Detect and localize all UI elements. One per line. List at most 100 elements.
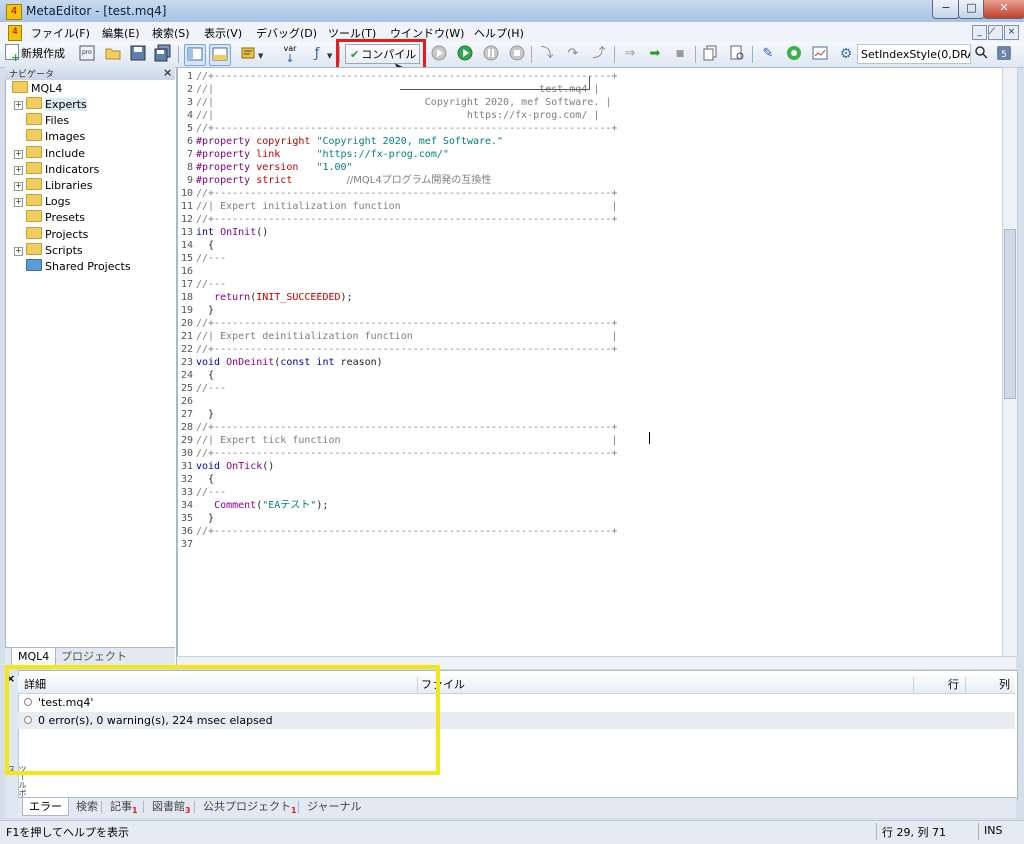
tree-item-presets[interactable]: Presets bbox=[14, 210, 85, 226]
play-icon[interactable] bbox=[455, 44, 475, 64]
gear-icon[interactable]: ⚙ bbox=[836, 44, 856, 64]
step-into-icon[interactable]: ⤵ bbox=[537, 44, 557, 64]
navigator-toggle-icon[interactable] bbox=[184, 44, 206, 66]
code-line[interactable]: } bbox=[196, 512, 214, 525]
menu-search[interactable]: 検索(S) bbox=[152, 25, 190, 41]
code-line[interactable]: } bbox=[196, 408, 214, 421]
code-line[interactable]: //| Expert initialization function | bbox=[196, 200, 617, 213]
pause-icon[interactable] bbox=[481, 44, 501, 64]
menu-help[interactable]: ヘルプ(H) bbox=[474, 25, 524, 41]
toolbox-tab[interactable]: 公共プロジェクト1 bbox=[197, 798, 303, 815]
code-line[interactable]: #property version "1.00" bbox=[196, 161, 353, 174]
document-icon[interactable]: 4 bbox=[8, 25, 22, 41]
code-line[interactable]: #property copyright "Copyright 2020, mef… bbox=[196, 135, 503, 148]
menu-file[interactable]: ファイル(F) bbox=[31, 25, 90, 41]
code-line[interactable]: //+-------------------------------------… bbox=[196, 343, 617, 356]
tree-item-images[interactable]: Images bbox=[14, 129, 85, 145]
code-line[interactable]: //| Expert tick function | bbox=[196, 434, 617, 447]
mdi-close-button[interactable]: × bbox=[1004, 25, 1019, 40]
code-line[interactable]: //| Copyright 2020, mef Software. | bbox=[196, 96, 611, 109]
function-list-box[interactable]: SetIndexStyle(0,DRAW bbox=[857, 44, 971, 64]
tab-mql4[interactable]: MQL4 bbox=[11, 648, 57, 666]
tree-item-libraries[interactable]: + Libraries bbox=[14, 178, 93, 194]
code-line[interactable]: //--- bbox=[196, 278, 226, 291]
tree-item-projects[interactable]: Projects bbox=[14, 226, 88, 243]
stop-icon[interactable] bbox=[507, 44, 527, 64]
toolbox-tab[interactable]: 検索 bbox=[70, 798, 104, 815]
code-line[interactable]: //+-------------------------------------… bbox=[196, 122, 617, 135]
close-window-button[interactable]: ✕ bbox=[983, 0, 1024, 19]
menu-debug[interactable]: デバッグ(D) bbox=[256, 25, 317, 41]
step-out-icon[interactable]: ⤴ bbox=[589, 44, 609, 64]
insert-function-icon[interactable]: ƒ bbox=[307, 44, 327, 64]
compare-document-icon[interactable] bbox=[727, 44, 747, 64]
code-line[interactable]: void OnTick() bbox=[196, 460, 274, 473]
styler-icon[interactable] bbox=[238, 44, 258, 64]
code-line[interactable]: return(INIT_SUCCEEDED); bbox=[196, 291, 353, 304]
maximize-window-button[interactable]: □ bbox=[958, 0, 985, 19]
expand-icon[interactable]: + bbox=[14, 246, 23, 256]
code-line[interactable]: //| https://fx-prog.com/ | bbox=[196, 109, 599, 122]
step-over-icon[interactable]: ↷ bbox=[563, 44, 583, 64]
editor-scroll-thumb[interactable] bbox=[1004, 229, 1016, 399]
save-all-icon[interactable] bbox=[153, 44, 173, 64]
tree-item-experts[interactable]: + Experts bbox=[14, 97, 87, 113]
toolbox-tab[interactable]: 図書館3 bbox=[146, 798, 197, 815]
toolbox-tab[interactable]: 記事1 bbox=[104, 798, 144, 815]
code-line[interactable]: //+-------------------------------------… bbox=[196, 317, 617, 330]
run-to-cursor-icon[interactable]: ➡ bbox=[645, 44, 665, 64]
code-line[interactable]: { bbox=[196, 473, 214, 486]
tree-item-indicators[interactable]: + Indicators bbox=[14, 161, 99, 178]
tree-item-scripts[interactable]: + Scripts bbox=[14, 242, 83, 259]
copy-document-icon[interactable] bbox=[701, 44, 721, 64]
tab-projects[interactable]: プロジェクト bbox=[55, 648, 133, 665]
expand-icon[interactable]: + bbox=[14, 149, 23, 159]
code-line[interactable]: void OnDeinit(const int reason) bbox=[196, 356, 383, 369]
search-icon[interactable] bbox=[971, 44, 991, 64]
code-line[interactable]: int OnInit() bbox=[196, 226, 268, 239]
code-line[interactable]: //| Expert deinitialization function | bbox=[196, 330, 617, 343]
column-col[interactable]: 列 bbox=[999, 676, 1010, 693]
code-line[interactable]: //+-------------------------------------… bbox=[196, 187, 617, 200]
mdi-restore-button[interactable]: ̸ bbox=[988, 25, 1003, 40]
function-dropdown-arrow[interactable]: ▼ bbox=[327, 52, 332, 60]
tree-item-shared-projects[interactable]: Shared Projects bbox=[14, 259, 131, 275]
breakpoint-next-icon[interactable]: ⇒ bbox=[620, 44, 640, 64]
open-folder-icon[interactable] bbox=[103, 44, 123, 64]
expand-icon[interactable]: + bbox=[14, 182, 23, 191]
save-icon[interactable] bbox=[128, 44, 148, 64]
code-line[interactable]: //+-------------------------------------… bbox=[196, 447, 617, 460]
toolbox-tab[interactable]: エラー bbox=[22, 798, 69, 816]
expand-icon[interactable]: + bbox=[14, 101, 23, 110]
navigator-close-button[interactable]: × bbox=[163, 66, 172, 79]
code-line[interactable]: //--- bbox=[196, 252, 226, 265]
market-icon[interactable] bbox=[784, 44, 804, 64]
insert-var-icon[interactable]: var ↓ bbox=[280, 44, 300, 64]
debug-start-icon[interactable] bbox=[429, 44, 449, 64]
expand-icon[interactable]: + bbox=[14, 165, 23, 175]
code-line[interactable]: Comment("EAテスト"); bbox=[196, 499, 328, 512]
tree-item-logs[interactable]: + Logs bbox=[14, 194, 70, 210]
toolbox-toggle-icon[interactable] bbox=[209, 44, 231, 66]
code-line[interactable]: //+-------------------------------------… bbox=[196, 70, 617, 83]
tree-item-files[interactable]: Files bbox=[14, 113, 69, 129]
menu-edit[interactable]: 編集(E) bbox=[102, 25, 140, 41]
column-line[interactable]: 行 bbox=[948, 676, 959, 693]
code-line[interactable]: { bbox=[196, 369, 214, 382]
toggle-breakpoint-icon[interactable]: ■ bbox=[670, 44, 690, 64]
new-file-button[interactable]: 新規作成 bbox=[5, 44, 65, 68]
terminal-icon[interactable] bbox=[810, 44, 830, 64]
code-line[interactable]: //--- bbox=[196, 486, 226, 499]
tree-root-mql4[interactable]: MQL4 bbox=[12, 81, 62, 97]
toolbox-tab[interactable]: ジャーナル bbox=[301, 798, 367, 815]
code-line[interactable]: //--- bbox=[196, 382, 226, 395]
code-line[interactable]: #property link "https://fx-prog.com/" bbox=[196, 148, 449, 161]
menu-view[interactable]: 表示(V) bbox=[204, 25, 242, 41]
code-line[interactable]: //+-------------------------------------… bbox=[196, 213, 617, 226]
mql5-icon[interactable]: 5 bbox=[994, 44, 1014, 64]
mql-wizard-icon[interactable]: pro bbox=[77, 44, 97, 64]
code-line[interactable]: { bbox=[196, 239, 214, 252]
tree-item-include[interactable]: + Include bbox=[14, 145, 85, 162]
pencil-icon[interactable]: ✎ bbox=[758, 44, 778, 64]
mdi-minimize-button[interactable]: _ bbox=[972, 25, 987, 40]
